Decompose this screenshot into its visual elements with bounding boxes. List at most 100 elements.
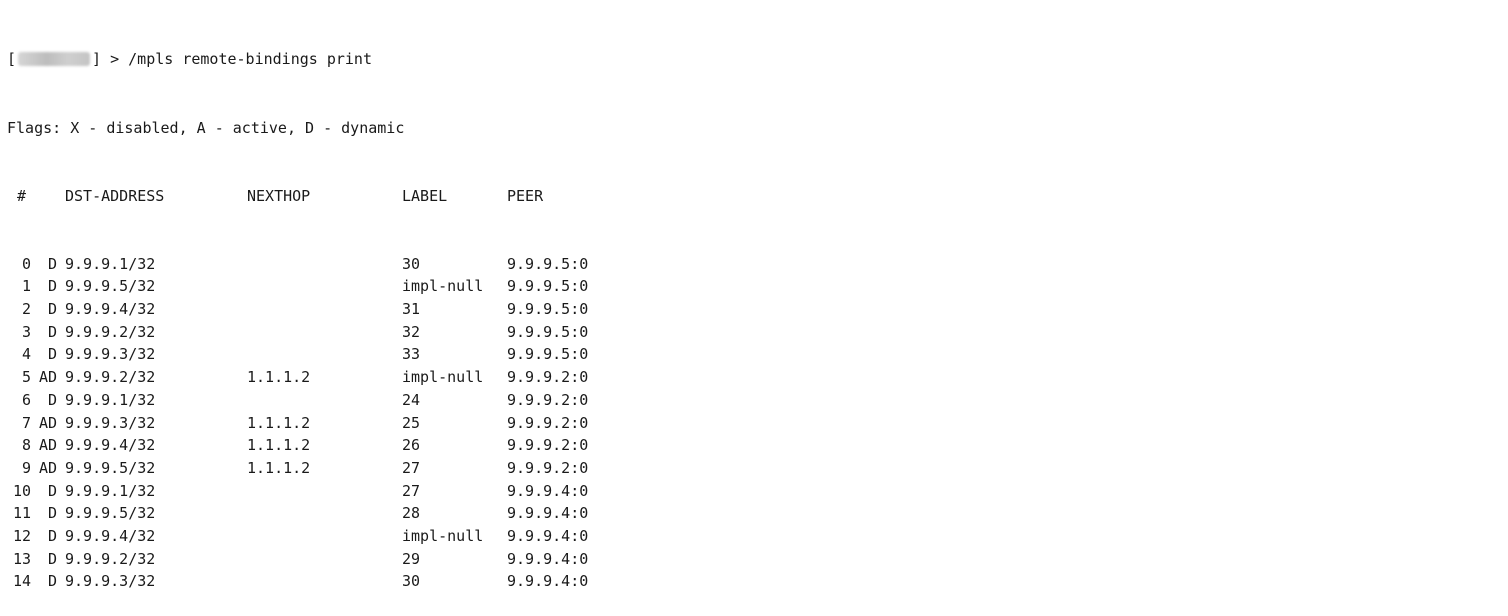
- row-label: 26: [402, 436, 421, 455]
- row-label: 25: [402, 413, 421, 432]
- header-nexthop: NEXTHOP: [247, 186, 311, 205]
- row-dst-address: 9.9.9.5/32: [65, 458, 156, 477]
- row-peer: 9.9.9.4:0: [507, 549, 589, 568]
- row-peer: 9.9.9.5:0: [507, 277, 589, 296]
- command-text: /mpls remote-bindings print: [128, 50, 372, 69]
- row-peer: 9.9.9.2:0: [507, 436, 589, 455]
- row-peer: 9.9.9.4:0: [507, 572, 589, 591]
- row-flags: D: [47, 390, 57, 409]
- row-flags: D: [47, 345, 57, 364]
- row-dst-address: 9.9.9.1/32: [65, 390, 156, 409]
- header-num: #: [17, 186, 27, 205]
- row-number: 12: [12, 526, 31, 545]
- row-label: 32: [402, 322, 421, 341]
- row-label: impl-null: [402, 526, 484, 545]
- row-dst-address: 9.9.9.2/32: [65, 549, 156, 568]
- row-label: impl-null: [402, 277, 484, 296]
- row-peer: 9.9.9.2:0: [507, 368, 589, 387]
- table-row: 12 D 9.9.9.4/32 impl-null 9.9.9.4:0: [7, 525, 1497, 548]
- row-dst-address: 9.9.9.1/32: [65, 254, 156, 273]
- row-number: 9: [21, 458, 31, 477]
- row-number: 8: [21, 436, 31, 455]
- row-dst-address: 9.9.9.2/32: [65, 322, 156, 341]
- row-flags: D: [47, 549, 57, 568]
- table-row: 2 D 9.9.9.4/32 31 9.9.9.5:0: [7, 298, 1497, 321]
- row-peer: 9.9.9.2:0: [507, 458, 589, 477]
- row-dst-address: 9.9.9.4/32: [65, 436, 156, 455]
- header-peer: PEER: [507, 186, 544, 205]
- row-nexthop: 1.1.1.2: [247, 368, 311, 387]
- row-flags: AD: [38, 413, 57, 432]
- row-flags: AD: [38, 458, 57, 477]
- row-number: 4: [21, 345, 31, 364]
- row-flags: AD: [38, 368, 57, 387]
- row-label: impl-null: [402, 368, 484, 387]
- row-flags: D: [47, 504, 57, 523]
- row-number: 11: [12, 504, 31, 523]
- row-flags: AD: [38, 436, 57, 455]
- row-number: 0: [21, 254, 31, 273]
- row-label: 27: [402, 481, 421, 500]
- row-number: 13: [12, 549, 31, 568]
- row-nexthop: 1.1.1.2: [247, 458, 311, 477]
- row-label: 30: [402, 254, 421, 273]
- table-row: 13 D 9.9.9.2/32 29 9.9.9.4:0: [7, 548, 1497, 571]
- row-flags: D: [47, 254, 57, 273]
- bindings-table-body: 0 D 9.9.9.1/32 30 9.9.9.5:0 1 D 9.9.9.5/32 impl-…: [7, 253, 1497, 593]
- table-row: 1 D 9.9.9.5/32 impl-null 9.9.9.5:0: [7, 275, 1497, 298]
- row-peer: 9.9.9.5:0: [507, 254, 589, 273]
- row-peer: 9.9.9.5:0: [507, 345, 589, 364]
- row-peer: 9.9.9.4:0: [507, 481, 589, 500]
- row-label: 27: [402, 458, 421, 477]
- row-flags: D: [47, 322, 57, 341]
- row-dst-address: 9.9.9.5/32: [65, 277, 156, 296]
- row-number: 7: [21, 413, 31, 432]
- row-peer: 9.9.9.4:0: [507, 526, 589, 545]
- row-dst-address: 9.9.9.4/32: [65, 526, 156, 545]
- row-flags: D: [47, 572, 57, 591]
- row-peer: 9.9.9.2:0: [507, 390, 589, 409]
- header-label: LABEL: [402, 186, 448, 205]
- row-label: 33: [402, 345, 421, 364]
- row-dst-address: 9.9.9.3/32: [65, 345, 156, 364]
- row-dst-address: 9.9.9.5/32: [65, 504, 156, 523]
- row-number: 1: [21, 277, 31, 296]
- row-dst-address: 9.9.9.1/32: [65, 481, 156, 500]
- row-peer: 9.9.9.5:0: [507, 322, 589, 341]
- row-number: 3: [21, 322, 31, 341]
- table-row: 11 D 9.9.9.5/32 28 9.9.9.4:0: [7, 502, 1497, 525]
- row-dst-address: 9.9.9.2/32: [65, 368, 156, 387]
- flags-legend: Flags: X - disabled, A - active, D - dyn…: [7, 118, 405, 137]
- row-number: 6: [21, 390, 31, 409]
- table-row: 5 AD 9.9.9.2/32 1.1.1.2 impl-null 9.9.9.2:0: [7, 366, 1497, 389]
- row-number: 2: [21, 300, 31, 319]
- table-row: 8 AD 9.9.9.4/32 1.1.1.2 26 9.9.9.2:0: [7, 434, 1497, 457]
- row-peer: 9.9.9.5:0: [507, 300, 589, 319]
- prompt-close: ] >: [92, 50, 129, 69]
- row-flags: D: [47, 526, 57, 545]
- row-peer: 9.9.9.2:0: [507, 413, 589, 432]
- row-label: 30: [402, 572, 421, 591]
- table-row: 3 D 9.9.9.2/32 32 9.9.9.5:0: [7, 321, 1497, 344]
- table-row: 6 D 9.9.9.1/32 24 9.9.9.2:0: [7, 389, 1497, 412]
- row-nexthop: 1.1.1.2: [247, 436, 311, 455]
- table-row: 4 D 9.9.9.3/32 33 9.9.9.5:0: [7, 343, 1497, 366]
- terminal-output: [] > /mpls remote-bindings print Flags: …: [7, 3, 1497, 616]
- command-line: [] > /mpls remote-bindings print: [7, 48, 1497, 71]
- row-nexthop: 1.1.1.2: [247, 413, 311, 432]
- row-dst-address: 9.9.9.4/32: [65, 300, 156, 319]
- table-row: 7 AD 9.9.9.3/32 1.1.1.2 25 9.9.9.2:0: [7, 412, 1497, 435]
- row-peer: 9.9.9.4:0: [507, 504, 589, 523]
- redacted-hostname: [18, 52, 91, 67]
- header-dst-address: DST-ADDRESS: [65, 186, 165, 205]
- row-label: 24: [402, 390, 421, 409]
- row-number: 10: [12, 481, 31, 500]
- table-row: 10 D 9.9.9.1/32 27 9.9.9.4:0: [7, 480, 1497, 503]
- table-header: # DST-ADDRESS NEXTHOP LABEL PEER: [7, 185, 1497, 208]
- row-dst-address: 9.9.9.3/32: [65, 572, 156, 591]
- table-row: 9 AD 9.9.9.5/32 1.1.1.2 27 9.9.9.2:0: [7, 457, 1497, 480]
- table-row: 14 D 9.9.9.3/32 30 9.9.9.4:0: [7, 570, 1497, 593]
- row-label: 28: [402, 504, 421, 523]
- row-flags: D: [47, 300, 57, 319]
- row-label: 29: [402, 549, 421, 568]
